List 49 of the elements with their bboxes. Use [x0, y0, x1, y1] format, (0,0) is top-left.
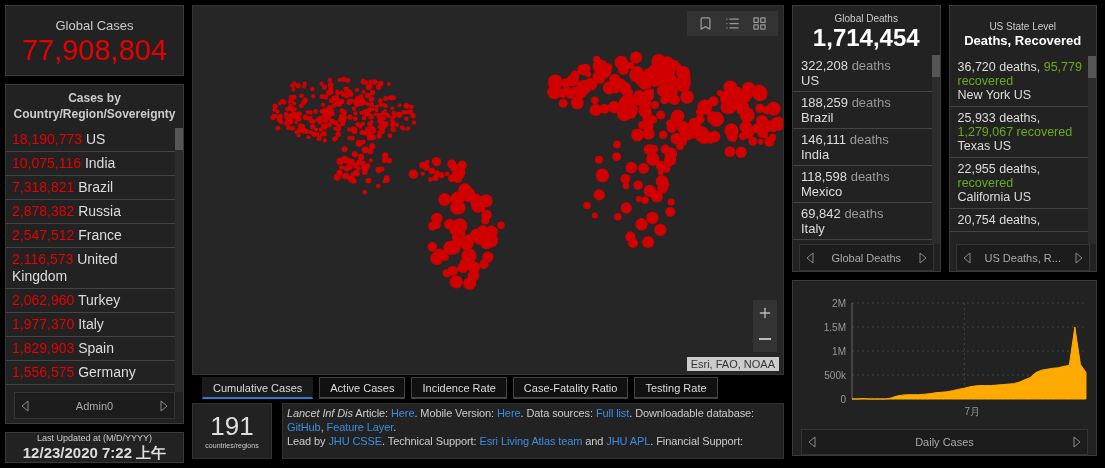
- axis-tick-label: 500k: [823, 370, 846, 381]
- country-deaths-row[interactable]: 322,208 deaths US: [793, 55, 932, 93]
- next-button[interactable]: [160, 399, 168, 412]
- country-deaths-row[interactable]: 188,259 deaths Brazil: [793, 92, 932, 130]
- card-title: Cases by Country/Region/Sovereignty: [12, 91, 177, 123]
- card-subtitle: US State Level: [989, 20, 1057, 33]
- scrollbar[interactable]: [175, 128, 183, 392]
- global-deaths-value: 1,714,454: [812, 25, 920, 52]
- axis-tick-label: 1M: [831, 346, 846, 357]
- axis-tick-label: 7月: [964, 406, 980, 417]
- axis-tick-label: 1.5M: [823, 322, 846, 333]
- last-updated-value: 12/23/2020 7:22 上午: [22, 444, 167, 462]
- global-cases-value: 77,908,804: [21, 34, 168, 67]
- country-deaths-row[interactable]: 146,111 deaths India: [793, 129, 932, 167]
- previous-button[interactable]: [21, 399, 29, 412]
- previous-button[interactable]: [806, 251, 814, 264]
- credit-link[interactable]: Esri Living Atlas team: [479, 435, 583, 447]
- credit-link[interactable]: JHU CSSE: [328, 435, 382, 447]
- previous-button[interactable]: [962, 251, 971, 264]
- next-button[interactable]: [918, 251, 927, 264]
- pager-label: Admin0: [75, 399, 114, 412]
- previous-button[interactable]: [808, 436, 816, 448]
- last-updated-label: Last Updated at (M/D/YYYY): [36, 433, 153, 445]
- card-title: Global Cases: [55, 18, 134, 35]
- map-tab[interactable]: Active Cases: [319, 377, 406, 399]
- axis-tick-label: 0: [839, 394, 846, 405]
- credits-text: Lancet Inf Dis Article: Here. Mobile Version: Here. Data sources: Full list. Downloadable database: GitHub, Feature Layer. Lead by JHU CSSE. Technical Support: Esri Living Atlas team and JHU APL. Financial Support:: [282, 403, 784, 459]
- credit-link[interactable]: Feature Layer: [326, 421, 394, 433]
- next-button[interactable]: [1075, 251, 1083, 264]
- map-attribution: Esri, FAO, NOAA: [686, 357, 779, 371]
- plus-icon: [757, 305, 773, 321]
- pager-label: Global Deaths: [831, 251, 902, 264]
- pager-label: Daily Cases: [915, 436, 974, 448]
- map-tab[interactable]: Cumulative Cases: [202, 377, 314, 399]
- countries-count: 191: [210, 412, 254, 441]
- axis-tick-label: 2M: [831, 298, 846, 309]
- minus-icon: [759, 338, 771, 340]
- pager-label: US Deaths, R...: [984, 251, 1061, 264]
- credit-link[interactable]: GitHub: [287, 421, 321, 433]
- map-tab[interactable]: Testing Rate: [634, 377, 718, 399]
- scrollbar[interactable]: [931, 55, 940, 244]
- next-button[interactable]: [1073, 436, 1081, 448]
- map-tab[interactable]: Case-Fatality Ratio: [512, 377, 629, 399]
- map-tab[interactable]: Incidence Rate: [411, 377, 507, 399]
- scrollbar[interactable]: [1088, 55, 1096, 244]
- card-title: Global Deaths: [834, 12, 898, 25]
- card-title: Deaths, Recovered: [964, 33, 1082, 50]
- country-deaths-row[interactable]: 69,842 deaths Italy: [793, 203, 932, 241]
- country-deaths-row[interactable]: 118,598 deaths Mexico: [793, 166, 932, 204]
